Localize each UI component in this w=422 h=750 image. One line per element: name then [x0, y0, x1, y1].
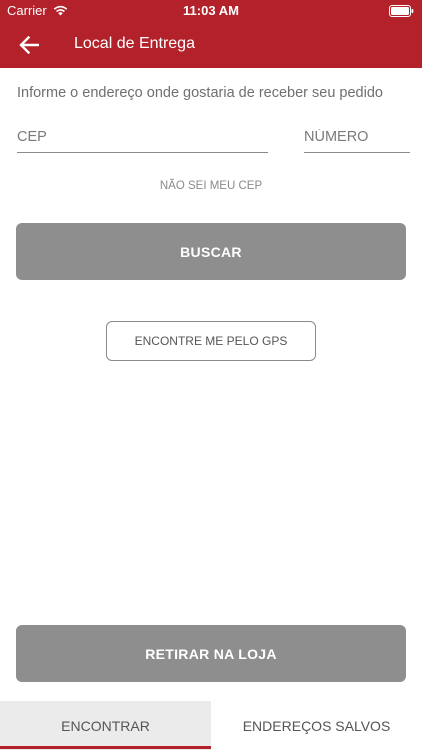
app-header: Carrier 11:03 AM Local de Entrega [0, 0, 422, 68]
unknown-cep-link[interactable]: NÃO SEI MEU CEP [0, 180, 422, 192]
cep-input[interactable] [17, 123, 268, 151]
delivery-location-screen: Carrier 11:03 AM Local de Entrega Inform… [0, 0, 422, 750]
back-button[interactable] [14, 32, 44, 58]
instruction-text: Informe o endereço onde gostaria de rece… [17, 85, 383, 101]
tab-enderecos-salvos[interactable]: ENDEREÇOS SALVOS [211, 701, 422, 750]
tab-enderecos-salvos-label: ENDEREÇOS SALVOS [242, 717, 391, 734]
bottom-tab-bar: ENCONTRAR ENDEREÇOS SALVOS [0, 701, 422, 750]
tab-encontrar[interactable]: ENCONTRAR [0, 701, 211, 750]
gps-locate-button[interactable]: ENCONTRE ME PELO GPS [106, 321, 316, 361]
active-tab-indicator [0, 746, 211, 749]
tab-encontrar-label: ENCONTRAR [61, 717, 150, 734]
status-time: 11:03 AM [183, 3, 239, 18]
store-pickup-button[interactable]: RETIRAR NA LOJA [16, 625, 406, 682]
cep-field-container [17, 123, 268, 153]
numero-field-container [304, 123, 410, 153]
numero-input[interactable] [304, 123, 410, 151]
arrow-left-icon [19, 36, 39, 54]
status-bar: Carrier 11:03 AM [0, 0, 422, 22]
battery-icon [389, 5, 414, 17]
navigation-bar: Local de Entrega [0, 22, 422, 68]
search-button[interactable]: BUSCAR [16, 223, 406, 280]
page-title: Local de Entrega [74, 35, 195, 52]
